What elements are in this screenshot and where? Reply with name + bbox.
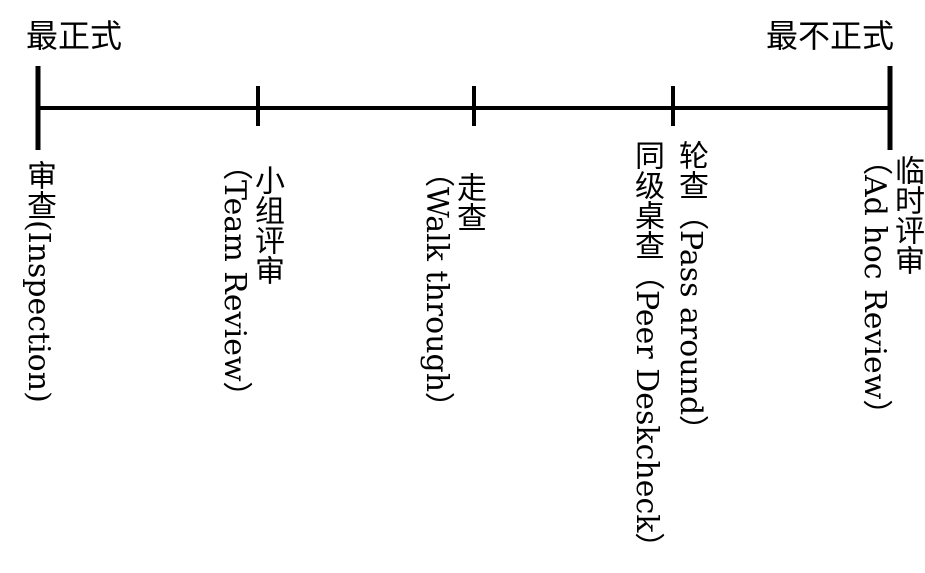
inspection-label: 审查(Inspection) [21,160,56,403]
review-type-team-review: 小组评审 （Team Review） [217,150,284,427]
review-type-peer-deskcheck: 同级桌查（Peer Deskcheck） [629,140,664,563]
review-type-ad-hoc: 临时评审 （Ad hoc Review） [857,145,924,439]
team-review-english: （Team Review） [217,150,252,412]
peer-deskcheck-label: 同级桌查（Peer Deskcheck） [629,140,664,563]
review-type-inspection: 审查(Inspection) [21,160,56,403]
pass-around-label: 轮查（Pass around） [673,140,708,446]
walkthrough-label: 走查 [451,172,486,232]
team-review-label: 小组评审 [249,165,284,285]
review-type-pass-around: 轮查（Pass around） [673,140,708,446]
ad-hoc-english: （Ad hoc Review） [857,145,892,430]
ad-hoc-label: 临时评审 [889,155,924,275]
walkthrough-english: （Walk through） [419,157,454,423]
review-type-walkthrough: 走查 （Walk through） [419,157,486,437]
